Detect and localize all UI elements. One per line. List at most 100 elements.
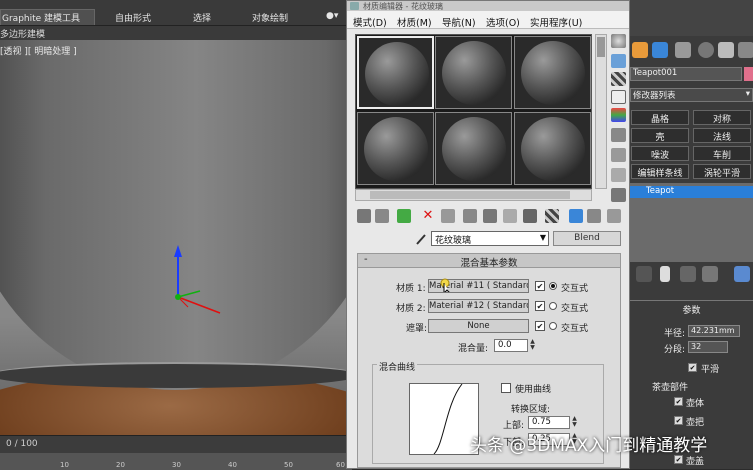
show-end-result-icon[interactable] <box>660 266 670 282</box>
noise-button[interactable]: 噪波 <box>631 146 689 161</box>
chevron-down-icon[interactable]: ▼ <box>540 233 546 242</box>
material-map-navigator-icon[interactable] <box>611 188 626 202</box>
material1-interactive-radio[interactable] <box>549 282 557 290</box>
tab-freeform[interactable]: 自由形式 <box>115 11 151 24</box>
tab-select[interactable]: 选择 <box>193 11 211 24</box>
modifier-list-dropdown[interactable]: 修改器列表 ▾ <box>630 88 753 102</box>
options-icon[interactable] <box>611 148 626 162</box>
upper-spinner[interactable]: 0.75 ▲ ▼ <box>528 416 577 429</box>
handle-checkbox[interactable]: ✔ <box>674 416 683 425</box>
background-icon[interactable] <box>611 72 626 86</box>
go-forward-sibling-icon[interactable] <box>587 209 601 223</box>
utilities-tab-icon[interactable] <box>738 42 753 58</box>
material2-enable-checkbox[interactable]: ✔ <box>535 301 545 311</box>
motion-tab-icon[interactable] <box>698 42 714 58</box>
stack-item-teapot[interactable]: Teapot <box>630 186 753 198</box>
radius-spinner[interactable]: 42.231mm <box>688 325 740 337</box>
spinner-arrows-icon[interactable]: ▲ ▼ <box>570 416 579 429</box>
rollout-header[interactable]: - 混合基本参数 <box>358 254 620 269</box>
sample-slot[interactable] <box>514 112 591 185</box>
show-map-icon[interactable] <box>523 209 537 223</box>
material2-button[interactable]: Material #12 ( Standard ) <box>428 299 529 313</box>
params-rollout-header[interactable]: 参数 <box>630 300 753 316</box>
go-to-parent-icon[interactable] <box>569 209 583 223</box>
make-unique-icon[interactable] <box>463 209 477 223</box>
sample-slot[interactable] <box>514 36 591 109</box>
sample-slot[interactable] <box>435 112 512 185</box>
ribbon-toggle-icon[interactable]: ●▾ <box>326 11 338 21</box>
sample-type-icon[interactable] <box>611 34 626 48</box>
show-end-result-icon[interactable] <box>545 209 559 223</box>
mask-interactive-radio[interactable] <box>549 322 557 330</box>
smooth-checkbox[interactable]: ✔ <box>688 363 697 372</box>
teapot-object[interactable] <box>0 40 352 390</box>
video-color-check-icon[interactable] <box>611 108 626 122</box>
perspective-viewport[interactable]: [透视 ][ 明暗处理 ] <box>0 40 352 435</box>
slots-vertical-scrollbar[interactable] <box>595 34 607 189</box>
material-id-icon[interactable] <box>503 209 517 223</box>
put-to-library-icon[interactable] <box>483 209 497 223</box>
remove-modifier-icon[interactable] <box>702 266 718 282</box>
object-color-swatch[interactable] <box>744 67 753 81</box>
sample-slot[interactable] <box>357 112 434 185</box>
frame-counter[interactable]: 0 / 100 <box>6 439 38 449</box>
uv-tiling-icon[interactable] <box>611 90 626 104</box>
eyedropper-icon[interactable] <box>415 233 427 245</box>
chevron-down-icon[interactable]: ▾ <box>746 89 750 99</box>
use-curve-checkbox[interactable] <box>501 383 511 393</box>
material1-enable-checkbox[interactable]: ✔ <box>535 281 545 291</box>
viewport-label[interactable]: [透视 ][ 明暗处理 ] <box>0 44 77 57</box>
material-type-button[interactable]: Blend <box>553 231 621 246</box>
menu-utilities[interactable]: 实用程序(U) <box>530 15 582 29</box>
configure-sets-icon[interactable] <box>734 266 750 282</box>
put-to-scene-icon[interactable] <box>375 209 389 223</box>
make-unique-icon[interactable] <box>680 266 696 282</box>
segments-spinner[interactable]: 32 <box>688 341 728 353</box>
pin-stack-icon[interactable] <box>636 266 652 282</box>
get-material-icon[interactable] <box>357 209 371 223</box>
spinner-arrows-icon[interactable]: ▲ ▼ <box>528 339 537 352</box>
lattice-button[interactable]: 晶格 <box>631 110 689 125</box>
menu-mode[interactable]: 模式(D) <box>353 15 387 29</box>
mix-amount-spinner[interactable]: 0.0 ▲ ▼ <box>494 339 535 352</box>
collapse-icon[interactable]: - <box>364 254 368 265</box>
material-name-field[interactable]: 花纹玻璃 ▼ <box>431 231 549 246</box>
hierarchy-tab-icon[interactable] <box>675 42 691 58</box>
sample-slot-active[interactable] <box>357 36 434 109</box>
menu-material[interactable]: 材质(M) <box>397 15 432 29</box>
material2-interactive-radio[interactable] <box>549 302 557 310</box>
shell-button[interactable]: 壳 <box>631 128 689 143</box>
body-checkbox[interactable]: ✔ <box>674 397 683 406</box>
mask-enable-checkbox[interactable]: ✔ <box>535 321 545 331</box>
material-editor-titlebar[interactable]: 材质编辑器 - 花纹玻璃 <box>347 1 629 11</box>
lathe-button[interactable]: 车削 <box>693 146 751 161</box>
create-tab-icon[interactable] <box>632 42 648 58</box>
transform-gizmo-icon[interactable] <box>160 235 230 325</box>
pick-from-object-icon[interactable] <box>607 209 621 223</box>
display-tab-icon[interactable] <box>718 42 734 58</box>
symmetry-button[interactable]: 对称 <box>693 110 751 125</box>
scroll-thumb[interactable] <box>370 191 570 199</box>
turbosmooth-button[interactable]: 涡轮平滑 <box>693 164 751 179</box>
copy-material-icon[interactable] <box>441 209 455 223</box>
tab-graphite-label[interactable]: Graphite 建模工具 <box>2 11 80 24</box>
scroll-thumb[interactable] <box>597 37 605 57</box>
tab-object-paint[interactable]: 对象绘制 <box>252 11 288 24</box>
make-preview-icon[interactable] <box>611 128 626 142</box>
timeline-track[interactable]: 10 20 30 40 50 60 <box>0 453 352 470</box>
menu-navigation[interactable]: 导航(N) <box>442 15 476 29</box>
mask-button[interactable]: None <box>428 319 529 333</box>
edit-spline-button[interactable]: 编辑样条线 <box>631 164 689 179</box>
sample-slot[interactable] <box>435 36 512 109</box>
reset-map-icon[interactable]: ✕ <box>421 209 435 223</box>
assign-to-selection-icon[interactable] <box>397 209 411 223</box>
poly-modeling-label[interactable]: 多边形建模 <box>0 27 45 40</box>
slots-horizontal-scrollbar[interactable] <box>355 189 592 201</box>
modify-tab-icon[interactable] <box>652 42 668 58</box>
backlight-icon[interactable] <box>611 54 626 68</box>
select-by-material-icon[interactable] <box>611 168 626 182</box>
normal-button[interactable]: 法线 <box>693 128 751 143</box>
lid-checkbox[interactable]: ✔ <box>674 455 683 464</box>
object-name-field[interactable]: Teapot001 <box>630 67 742 81</box>
menu-options[interactable]: 选项(O) <box>486 15 520 29</box>
